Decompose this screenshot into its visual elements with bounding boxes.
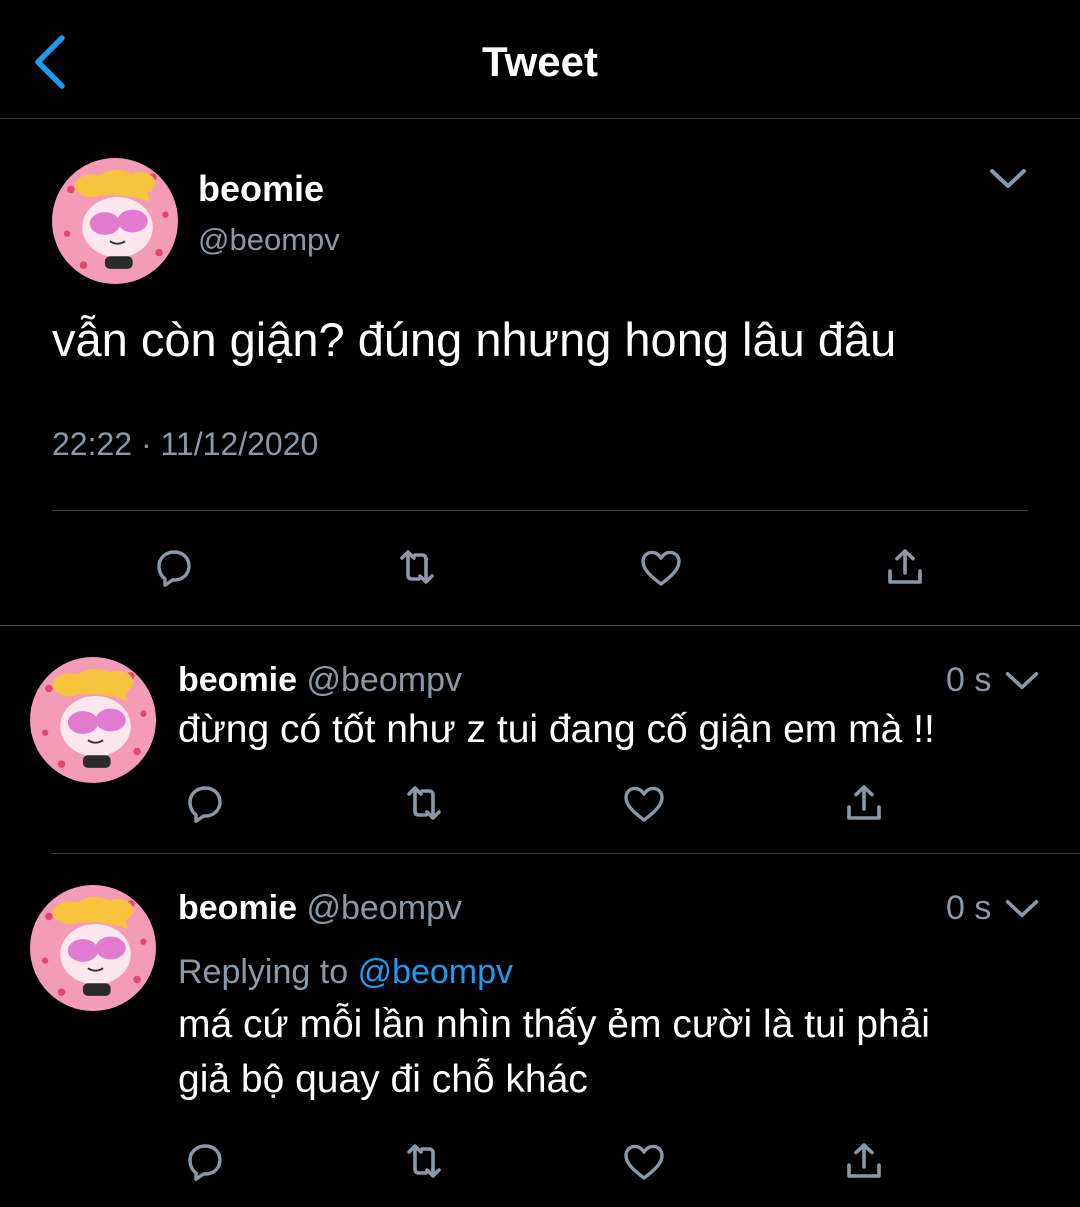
handle[interactable]: @beompv	[198, 222, 340, 258]
divider	[52, 510, 1028, 511]
heart-icon[interactable]	[637, 543, 685, 591]
reply-header: beomie @beompv	[178, 889, 462, 928]
comment-icon[interactable]	[181, 779, 229, 827]
replying-to-label: Replying to	[178, 953, 349, 991]
comment-icon[interactable]	[181, 1137, 229, 1185]
share-icon[interactable]	[840, 1137, 888, 1185]
display-name[interactable]: beomie	[178, 889, 297, 927]
chevron-down-icon[interactable]	[988, 166, 1028, 192]
avatar[interactable]	[30, 657, 156, 783]
share-icon[interactable]	[840, 779, 888, 827]
retweet-icon[interactable]	[400, 1137, 448, 1185]
divider	[0, 625, 1080, 626]
replying-to: Replying to @beompv	[178, 953, 513, 992]
reply-text-line: má cứ mỗi lần nhìn thấy ẻm cười là tui p…	[178, 1003, 930, 1046]
display-name[interactable]: beomie	[198, 168, 324, 210]
avatar[interactable]	[30, 885, 156, 1011]
heart-icon[interactable]	[620, 1137, 668, 1185]
timestamp[interactable]: 22:22 · 11/12/2020	[52, 426, 318, 463]
chevron-down-icon[interactable]	[1004, 669, 1040, 693]
heart-icon[interactable]	[620, 779, 668, 827]
reply-text-line: giả bộ quay đi chỗ khác	[178, 1058, 588, 1101]
display-name[interactable]: beomie	[178, 661, 297, 699]
comment-icon[interactable]	[150, 543, 198, 591]
retweet-icon[interactable]	[400, 779, 448, 827]
replying-to-link[interactable]: @beompv	[358, 953, 513, 991]
chevron-down-icon[interactable]	[1004, 897, 1040, 921]
relative-time[interactable]: 0 s	[946, 889, 991, 928]
handle[interactable]: @beompv	[307, 889, 462, 927]
reply-header: beomie @beompv	[178, 661, 462, 700]
reply-text: đừng có tốt như z tui đang cố giận em mà…	[178, 708, 935, 751]
relative-time[interactable]: 0 s	[946, 661, 991, 700]
handle[interactable]: @beompv	[307, 661, 462, 699]
avatar[interactable]	[52, 158, 178, 284]
share-icon[interactable]	[881, 543, 929, 591]
retweet-icon[interactable]	[393, 543, 441, 591]
top-bar: Tweet	[0, 0, 1080, 119]
tweet-text: vẫn còn giận? đúng nhưng hong lâu đâu	[52, 313, 897, 366]
divider	[52, 853, 1080, 854]
page-title: Tweet	[482, 38, 598, 85]
